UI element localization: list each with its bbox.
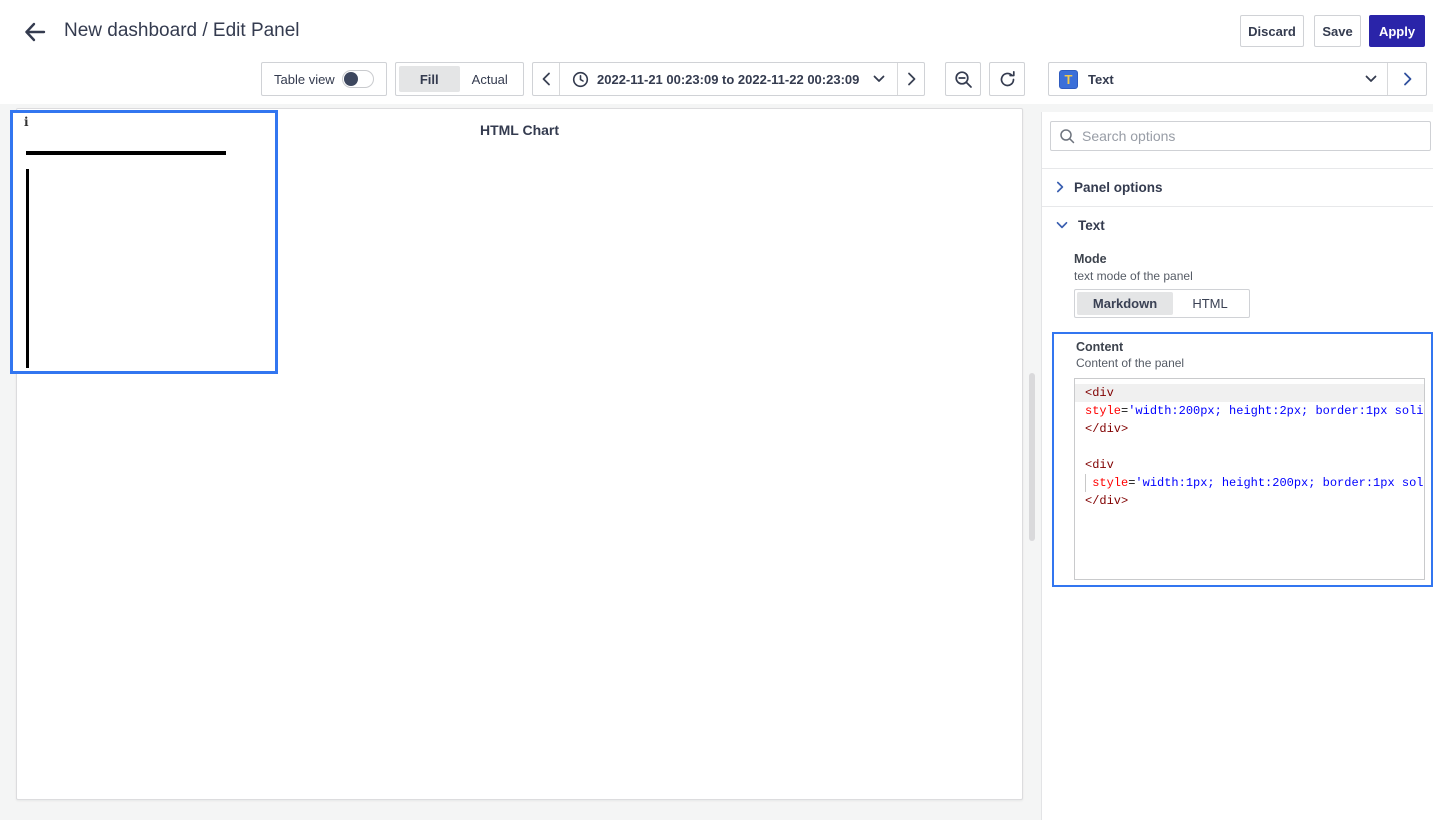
text-panel-icon: T <box>1059 69 1078 89</box>
refresh-icon <box>1000 70 1015 86</box>
code-token: 'width:200px; height:2px; border:1px sol… <box>1128 404 1424 418</box>
chevron-right-icon <box>1056 181 1064 193</box>
clock-icon <box>572 71 589 87</box>
code-token: 'width:1px; height:200px; border:1px sol… <box>1135 476 1424 490</box>
fill-option[interactable]: Fill <box>399 66 460 92</box>
collapse-options-pane-button[interactable] <box>1387 63 1426 95</box>
panel-options-pane: Panel options Text Mode text mode of the… <box>1041 112 1433 820</box>
content-description: Content of the panel <box>1076 356 1185 370</box>
visualization-picker: T Text <box>1048 62 1427 96</box>
search-icon <box>1060 129 1075 144</box>
section-panel-options[interactable]: Panel options <box>1042 168 1433 206</box>
code-token: <div <box>1085 386 1114 400</box>
rendered-vertical-line <box>26 169 29 368</box>
zoom-out-icon <box>954 70 972 88</box>
chevron-down-icon <box>1365 75 1377 82</box>
zoom-out-time-button[interactable] <box>945 62 981 96</box>
table-view-toggle[interactable] <box>342 70 374 88</box>
visualization-select[interactable]: T Text <box>1049 63 1387 95</box>
code-line: style='width:1px; height:200px; border:1… <box>1075 474 1424 492</box>
mode-label: Mode <box>1074 252 1107 266</box>
indent-guide <box>1085 474 1086 492</box>
code-line: <div <box>1075 384 1424 402</box>
rendered-horizontal-line <box>26 151 226 155</box>
code-line: style='width:200px; height:2px; border:1… <box>1075 402 1424 420</box>
dashboard-canvas: HTML Chart i <box>0 104 1041 820</box>
fill-actual-switch: Fill Actual <box>395 62 524 96</box>
section-label: Text <box>1078 217 1105 233</box>
options-search-input[interactable] <box>1082 128 1422 144</box>
code-token: style <box>1092 476 1129 490</box>
options-search <box>1050 121 1431 151</box>
code-token: </div> <box>1085 494 1129 508</box>
mode-switch: Markdown HTML <box>1074 289 1250 318</box>
content-code-editor[interactable]: <div style='width:200px; height:2px; bord… <box>1074 378 1425 580</box>
content-label: Content <box>1076 340 1124 354</box>
back-arrow-icon[interactable] <box>22 19 48 45</box>
mode-markdown-option[interactable]: Markdown <box>1077 292 1174 315</box>
time-shift-forward-button[interactable] <box>898 63 924 95</box>
table-view-label: Table view <box>274 71 335 87</box>
chevron-down-icon <box>1056 221 1068 229</box>
rendered-html-selection-box[interactable]: i <box>10 110 278 374</box>
edit-panel-page: New dashboard / Edit Panel Discard Save … <box>0 0 1433 820</box>
chevron-right-icon <box>1403 72 1411 86</box>
code-line: </div> <box>1075 492 1424 510</box>
code-line: </div> <box>1075 420 1424 438</box>
section-text[interactable]: Text <box>1042 206 1433 244</box>
time-range-text: 2022-11-21 00:23:09 to 2022-11-22 00:23:… <box>597 71 860 87</box>
time-range-group: 2022-11-21 00:23:09 to 2022-11-22 00:23:… <box>532 62 926 96</box>
mode-html-option[interactable]: HTML <box>1173 292 1247 315</box>
page-title: New dashboard / Edit Panel <box>64 20 300 41</box>
code-token: style <box>1085 404 1122 418</box>
section-label: Panel options <box>1074 179 1163 195</box>
code-line: <div <box>1075 456 1424 474</box>
chevron-down-icon <box>873 75 885 82</box>
content-field-focused: Content Content of the panel <div style='… <box>1052 332 1433 587</box>
canvas-scrollbar-thumb[interactable] <box>1029 373 1035 541</box>
refresh-dashboard-button[interactable] <box>989 62 1025 96</box>
time-shift-back-button[interactable] <box>533 63 559 95</box>
discard-button[interactable]: Discard <box>1240 15 1304 47</box>
save-button[interactable]: Save <box>1314 15 1361 47</box>
visualization-name: Text <box>1088 71 1114 87</box>
actual-option[interactable]: Actual <box>460 66 521 92</box>
code-token: </div> <box>1085 422 1129 436</box>
mode-description: text mode of the panel <box>1074 269 1193 283</box>
code-token: <div <box>1085 458 1114 472</box>
info-glyph: i <box>24 115 29 129</box>
toggle-knob <box>344 72 358 86</box>
apply-button[interactable]: Apply <box>1369 15 1425 47</box>
time-range-picker[interactable]: 2022-11-21 00:23:09 to 2022-11-22 00:23:… <box>559 63 899 95</box>
table-view-control: Table view <box>261 62 387 96</box>
